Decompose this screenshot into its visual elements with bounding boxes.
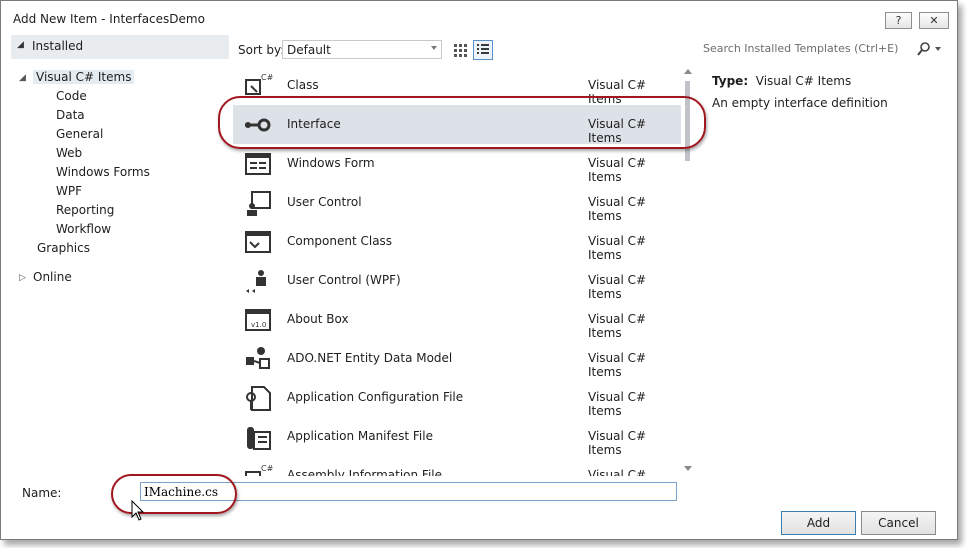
template-row-user-control[interactable]: User Control Visual C# Items — [233, 183, 681, 223]
template-name: Assembly Information File — [287, 468, 443, 476]
tree-node-windows-forms[interactable]: Windows Forms — [56, 165, 150, 179]
svg-text:C#: C# — [261, 464, 273, 473]
tree-node-web[interactable]: Web — [56, 146, 82, 160]
template-language: Visual C# Items — [588, 273, 647, 301]
tree-node-label: WPF — [56, 184, 83, 198]
close-button[interactable]: ✕ — [919, 12, 949, 29]
assembly-info-icon: C# — [245, 464, 273, 476]
search-icon[interactable] — [917, 41, 931, 57]
expanded-triangle-icon: ◢ — [17, 40, 24, 50]
mouse-pointer-icon — [131, 500, 145, 521]
tree-node-label: Web — [56, 146, 83, 160]
tree-node-general[interactable]: General — [56, 127, 103, 141]
template-language: Visual C# Items — [588, 234, 647, 262]
tree-node-label: Reporting — [56, 203, 115, 217]
tree-node-label: Online — [33, 270, 72, 284]
template-language: Visual C# Items — [588, 195, 647, 223]
template-name: User Control (WPF) — [287, 273, 401, 287]
type-value: Visual C# Items — [755, 74, 852, 88]
tree-node-label: Graphics — [37, 241, 90, 255]
template-language: Visual C# Items — [588, 390, 647, 418]
manifest-file-icon — [247, 427, 271, 450]
tree-node-label: Visual C# Items — [36, 70, 132, 84]
template-name: Component Class — [287, 234, 393, 248]
windows-form-icon — [245, 153, 271, 175]
tree-node-label: General — [56, 127, 104, 141]
template-row-application-manifest-file[interactable]: Application Manifest File Visual C# Items — [233, 417, 681, 457]
tree-node-visual-c-items[interactable]: ◢ Visual C# Items — [19, 70, 135, 84]
template-name: Application Manifest File — [287, 429, 433, 443]
help-button[interactable]: ? — [885, 12, 912, 29]
dialog-title: Add New Item - InterfacesDemo — [13, 12, 205, 26]
svg-text:v1.0: v1.0 — [251, 321, 266, 329]
template-language: Visual C# Items — [588, 156, 647, 184]
tree-node-workflow[interactable]: Workflow — [56, 222, 111, 236]
config-file-icon — [246, 386, 271, 411]
sort-by-value: Default — [287, 43, 331, 57]
tree-node-label: Code — [56, 89, 87, 103]
installed-label: Installed — [32, 39, 84, 53]
expanded-triangle-icon[interactable]: ◢ — [19, 73, 26, 83]
grid-view-icon — [454, 44, 467, 57]
scroll-up-icon[interactable] — [684, 69, 692, 74]
tree-node-code[interactable]: Code — [56, 89, 87, 103]
small-icons-view-button[interactable] — [473, 40, 493, 60]
tree-node-online[interactable]: ▷ Online — [19, 270, 72, 284]
about-box-icon: v1.0 — [245, 309, 271, 331]
template-details: Type: Visual C# Items An empty interface… — [712, 74, 888, 110]
wpf-user-control-icon — [246, 270, 266, 293]
template-row-assembly-information-file[interactable]: C# Assembly Information File Visual C# Ite… — [233, 456, 681, 476]
sort-by-label: Sort by: — [238, 43, 285, 57]
tree-node-label: Data — [56, 108, 85, 122]
search-templates-input[interactable]: Search Installed Templates (Ctrl+E) — [703, 41, 945, 59]
template-language: Visual C# Items — [588, 351, 647, 379]
sort-by-dropdown[interactable]: Default — [282, 40, 442, 59]
template-name: Application Configuration File — [287, 390, 464, 404]
template-language: Visual C# Items — [588, 312, 647, 340]
template-name: About Box — [287, 312, 349, 326]
template-row-user-control-wpf[interactable]: User Control (WPF) Visual C# Items — [233, 261, 681, 301]
component-class-icon — [245, 231, 271, 253]
template-name: Windows Form — [287, 156, 375, 170]
template-language: Visual C# Items — [588, 429, 647, 457]
search-placeholder: Search Installed Templates (Ctrl+E) — [703, 42, 899, 55]
template-row-application-configuration-file[interactable]: Application Configuration File Visual C# … — [233, 378, 681, 418]
tree-node-data[interactable]: Data — [56, 108, 85, 122]
collapsed-triangle-icon: ▷ — [19, 273, 26, 283]
template-row-about-box[interactable]: v1.0 About Box Visual C# Items — [233, 300, 681, 340]
template-row-component-class[interactable]: Component Class Visual C# Items — [233, 222, 681, 262]
interface-highlight-callout — [218, 96, 706, 149]
tree-node-label: Workflow — [56, 222, 112, 236]
template-name: Class — [287, 78, 319, 92]
title-bar: Add New Item - InterfacesDemo ? ✕ — [1, 1, 957, 32]
template-name: ADO.NET Entity Data Model — [287, 351, 453, 365]
name-label: Name: — [22, 486, 62, 500]
add-new-item-dialog: Add New Item - InterfacesDemo ? ✕ ◢ Inst… — [0, 0, 958, 540]
chevron-down-icon — [431, 46, 437, 50]
template-name: User Control — [287, 195, 362, 209]
template-description: An empty interface definition — [712, 96, 888, 110]
tree-node-label: Windows Forms — [56, 165, 150, 179]
entity-model-icon — [246, 347, 270, 369]
tree-node-graphics[interactable]: Graphics — [37, 241, 90, 255]
user-control-icon — [247, 191, 271, 216]
scroll-down-icon[interactable] — [684, 466, 692, 471]
template-row-ado-net-entity-data-model[interactable]: ADO.NET Entity Data Model Visual C# Items — [233, 339, 681, 379]
cancel-button[interactable]: Cancel — [861, 511, 936, 535]
installed-header[interactable]: ◢ Installed — [11, 35, 229, 59]
medium-icons-view-button[interactable] — [450, 40, 470, 60]
template-row-windows-form[interactable]: Windows Form Visual C# Items — [233, 144, 681, 184]
list-view-icon — [477, 44, 489, 54]
template-language: Visual C# Items — [588, 468, 647, 476]
type-label: Type: — [712, 74, 749, 88]
tree-node-wpf[interactable]: WPF — [56, 184, 82, 198]
tree-node-reporting[interactable]: Reporting — [56, 203, 114, 217]
search-options-chevron-icon[interactable] — [935, 47, 941, 51]
name-field-highlight-callout — [111, 474, 237, 514]
svg-text:C#: C# — [261, 73, 273, 82]
add-button[interactable]: Add — [781, 511, 856, 535]
